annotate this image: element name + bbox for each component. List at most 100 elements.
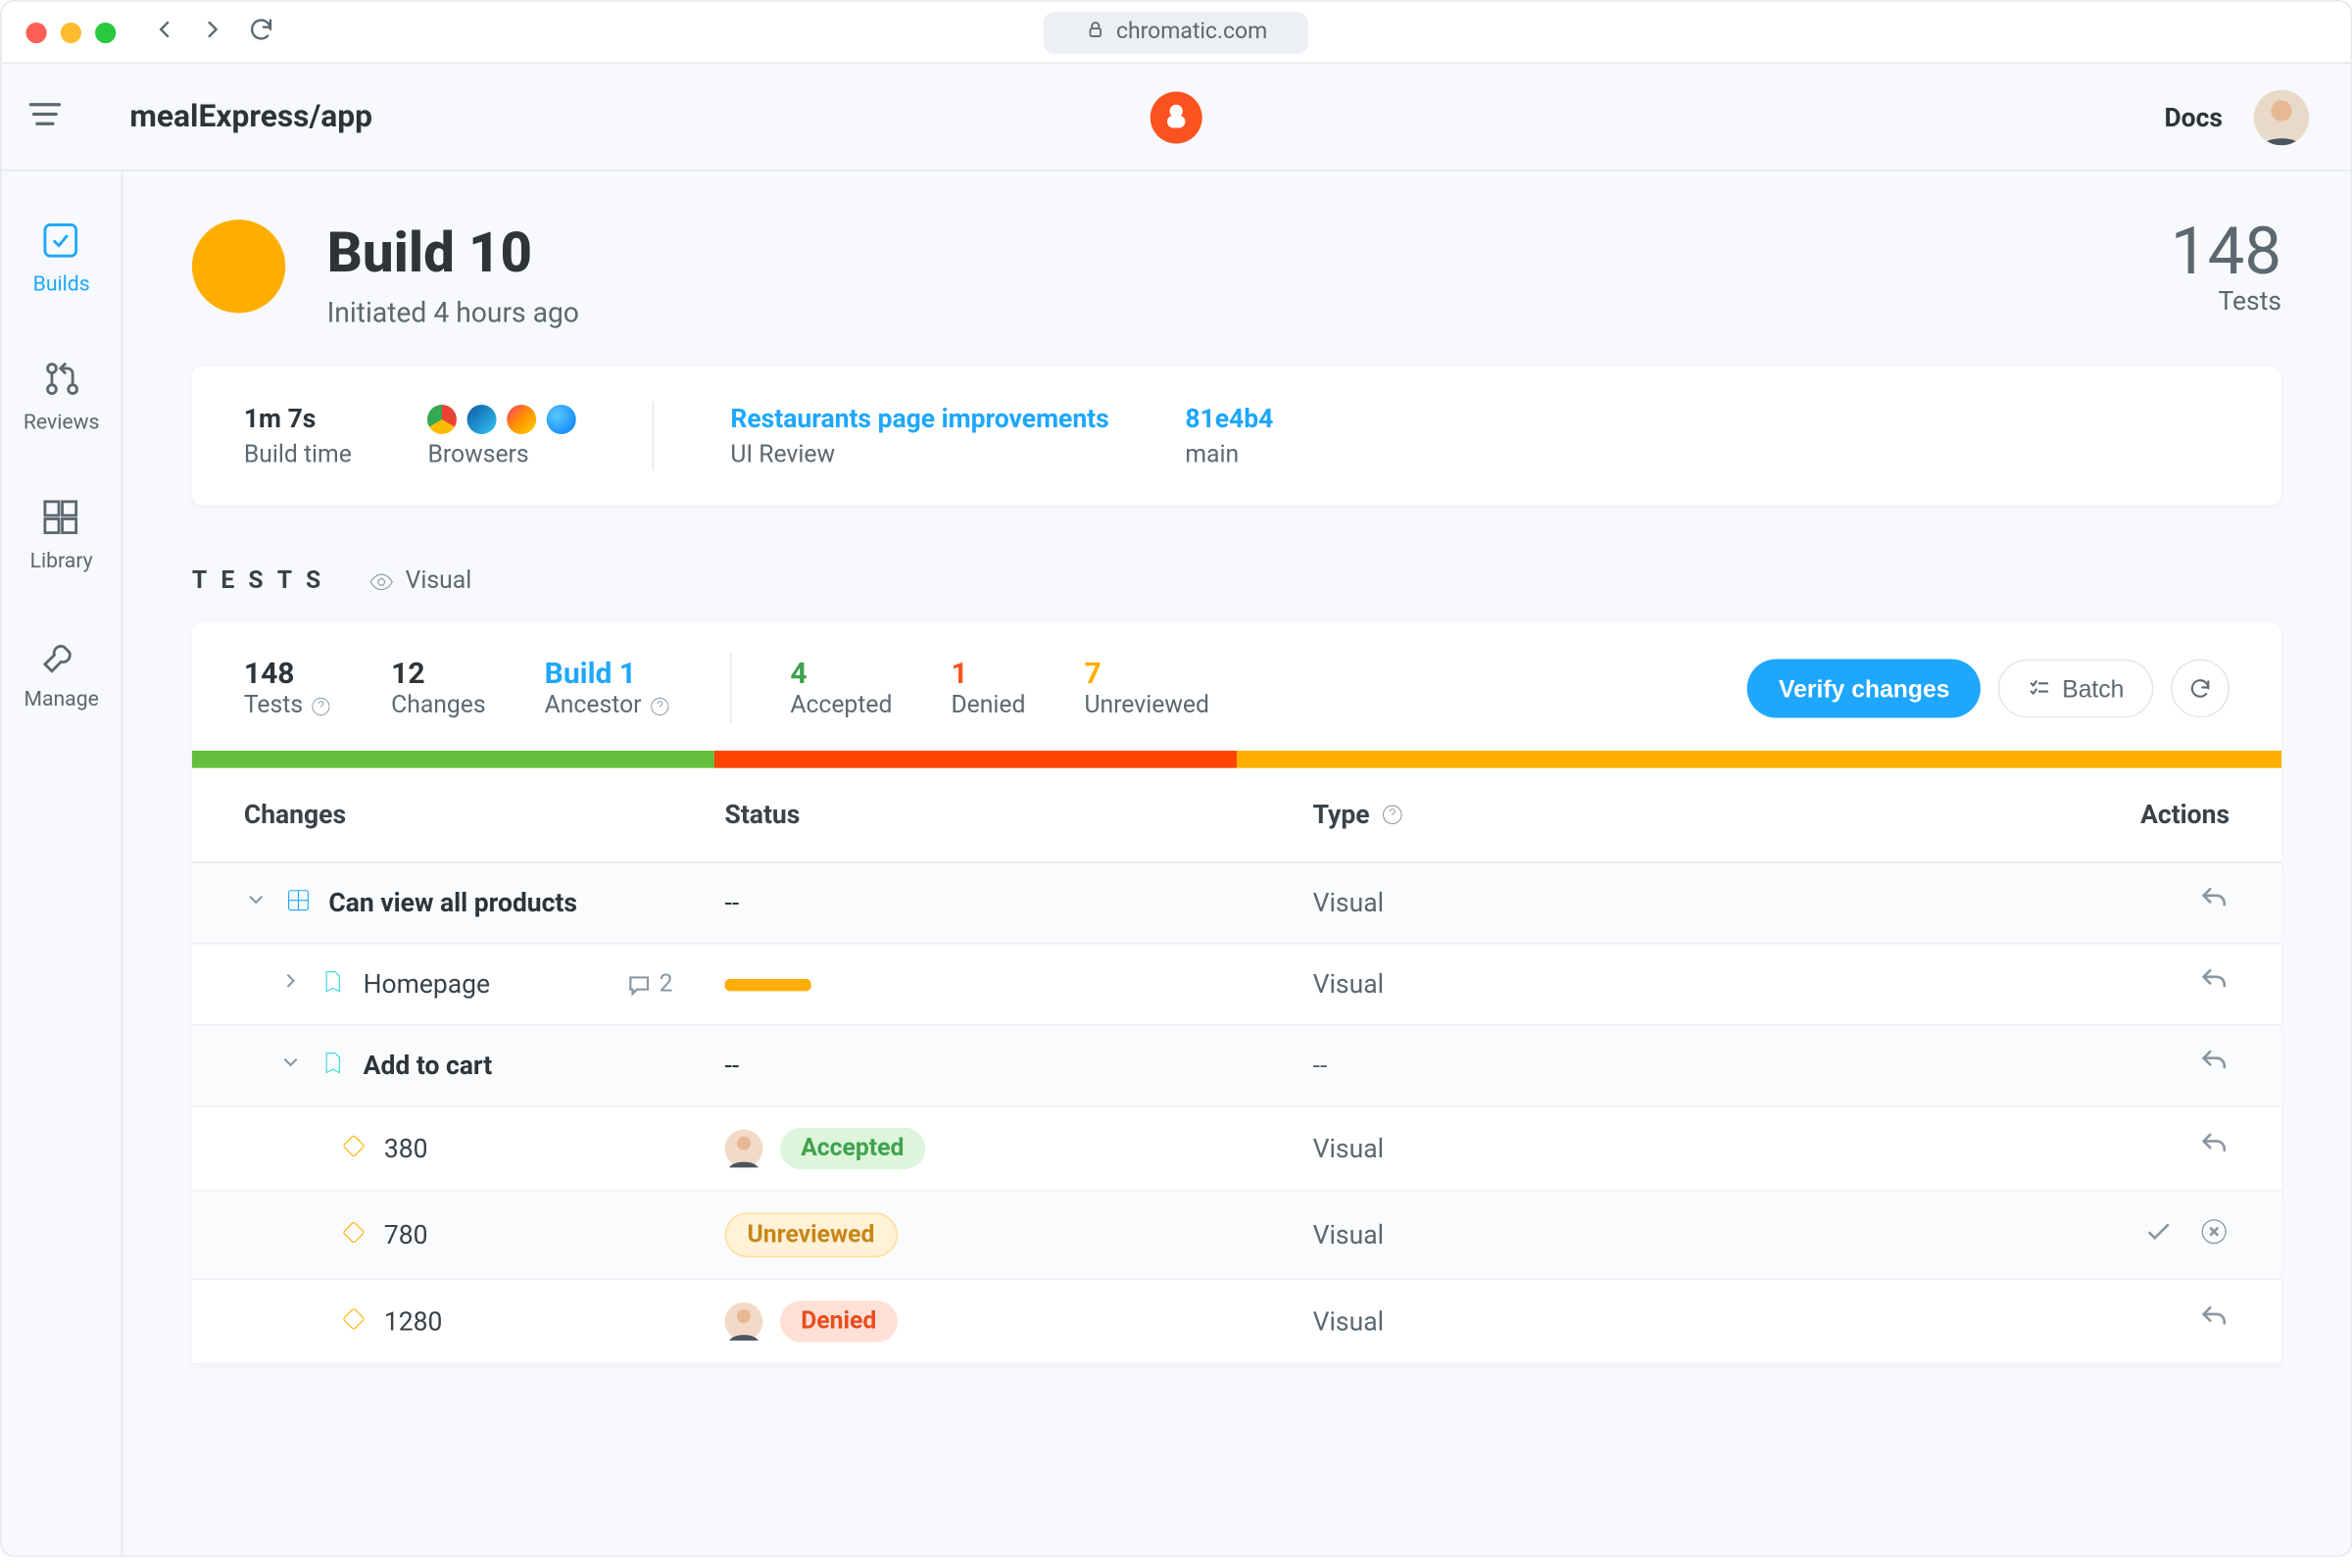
back-icon[interactable] [151,15,178,49]
grid-icon [40,497,81,538]
chrome-icon [428,404,458,433]
row-title: 380 [384,1133,428,1164]
table-row[interactable]: Add to cart---- [192,1026,2281,1107]
minimize-window-icon[interactable] [61,22,81,42]
col-status: Status [725,799,1313,830]
row-type: Visual [1313,887,2005,918]
stat-changes: 12Changes [391,658,486,720]
tests-panel: 148 Tests 12Changes Build 1 Ancestor 4Ac… [192,622,2281,1364]
eye-icon [369,568,395,594]
status-pill: Denied [780,1300,897,1342]
help-icon[interactable] [1380,803,1404,827]
table-row[interactable]: 1280 Denied Visual [192,1280,2281,1364]
verify-changes-button[interactable]: Verify changes [1747,659,1981,717]
expand-toggle[interactable] [278,1050,303,1081]
table-row[interactable]: 380 Accepted Visual [192,1107,2281,1192]
address-domain: chromatic.com [1116,19,1267,44]
row-type: Visual [1313,1219,2005,1250]
user-avatar[interactable] [2254,89,2309,144]
edge-icon [467,404,497,433]
table-header: Changes Status Type Actions [192,768,2281,863]
comment-count[interactable]: 2 [626,970,672,998]
build-meta-card: 1m 7s Build time Browsers Restaurants pa… [192,367,2281,505]
row-type: -- [1313,1050,2005,1081]
close-window-icon[interactable] [25,22,46,42]
stat-accepted: 4Accepted [790,658,892,720]
undo-action[interactable] [2198,1302,2230,1341]
col-changes: Changes [244,799,725,830]
stat-ancestor[interactable]: Build 1 Ancestor [545,658,671,720]
sidebar-item-label: Manage [24,687,98,711]
visual-filter[interactable]: Visual [369,567,472,595]
status-empty: -- [725,1050,740,1081]
sidebar-item-reviews[interactable]: Reviews [24,358,100,434]
browser-chrome: chromatic.com [2,2,2351,65]
menu-icon[interactable] [25,94,64,139]
wrench-icon [40,635,81,676]
project-title[interactable]: mealExpress/app [129,99,372,135]
progress-denied [714,751,1237,768]
app-header: mealExpress/app Docs [2,64,2351,171]
vp-icon [341,1218,367,1251]
vp-icon [341,1132,367,1165]
forward-icon[interactable] [199,15,226,49]
comp-icon [285,887,311,920]
expand-toggle[interactable] [244,887,269,918]
status-pill: Accepted [780,1128,925,1169]
safari-icon [547,404,576,433]
row-type: Visual [1313,1306,2005,1338]
batch-button[interactable]: Batch [1998,659,2154,717]
status-bar [725,978,811,990]
sidebar-item-label: Builds [33,271,90,296]
table-row[interactable]: Can view all products--Visual [192,863,2281,945]
check-action[interactable] [2143,1216,2175,1254]
table-row[interactable]: Homepage2Visual [192,945,2281,1026]
commit-link[interactable]: 81e4b4 main [1185,403,1273,468]
undo-action[interactable] [2198,965,2230,1004]
build-status-dot [192,220,285,313]
firefox-icon [508,404,537,433]
reviewer-avatar [725,1130,763,1168]
window-controls[interactable] [25,22,116,42]
docs-link[interactable]: Docs [2164,101,2223,132]
undo-action[interactable] [2198,1047,2230,1085]
undo-action[interactable] [2198,1130,2230,1168]
row-title: 780 [384,1219,428,1250]
check-square-icon [40,220,81,261]
sidebar-item-label: Reviews [24,410,100,434]
stat-denied: 1Denied [951,658,1025,720]
tests-section-heading: TESTS Visual [122,567,2350,622]
sidebar-item-builds[interactable]: Builds [33,220,90,296]
progress-bar [192,751,2281,768]
sidebar: Builds Reviews Library Manage [2,172,123,1555]
row-type: Visual [1313,1133,2005,1164]
page-subtitle: Initiated 4 hours ago [327,296,579,329]
status-empty: -- [725,887,740,918]
reload-icon[interactable] [247,15,274,49]
book-icon [320,968,346,1002]
help-icon[interactable] [649,695,671,717]
close-action[interactable] [2198,1216,2230,1254]
col-actions: Actions [2005,799,2230,830]
maximize-window-icon[interactable] [95,22,116,42]
vp-icon [341,1305,367,1339]
table-row[interactable]: 780 Unreviewed Visual [192,1192,2281,1280]
refresh-button[interactable] [2171,659,2230,717]
table-body: Can view all products--VisualHomepage2Vi… [192,863,2281,1365]
build-time: 1m 7s Build time [244,403,352,468]
row-type: Visual [1313,968,2005,1000]
undo-action[interactable] [2198,884,2230,922]
row-title: 1280 [384,1306,443,1338]
sidebar-item-library[interactable]: Library [30,497,93,573]
help-icon[interactable] [310,695,332,717]
lock-icon [1085,19,1105,46]
status-pill: Unreviewed [725,1212,898,1257]
expand-toggle[interactable] [278,968,303,1000]
address-bar[interactable]: chromatic.com [1044,11,1309,52]
sidebar-item-manage[interactable]: Manage [24,635,98,711]
tests-label: TESTS [192,567,334,595]
brand-logo[interactable] [1151,91,1202,143]
reviewer-avatar [725,1302,763,1341]
stat-tests: 148 Tests [244,658,332,720]
ui-review-link[interactable]: Restaurants page improvements UI Review [730,403,1108,468]
